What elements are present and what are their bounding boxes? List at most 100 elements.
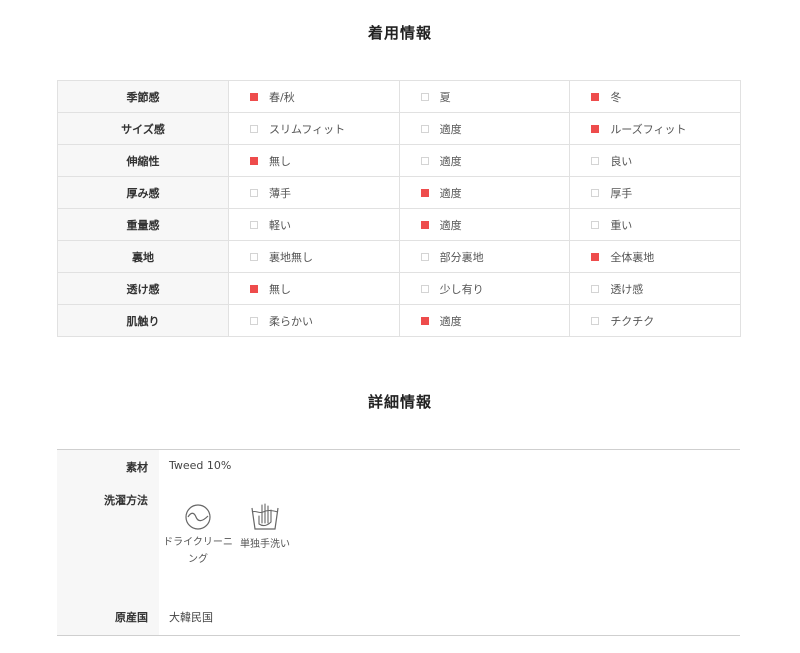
wearing-option: 冬 (569, 80, 741, 113)
wearing-option-label: 透け感 (610, 282, 644, 296)
wearing-option-label: 夏 (439, 90, 451, 104)
unselected-checkbox-icon (250, 124, 258, 133)
wearing-row: 伸縮性 無し 適度 良い (57, 144, 741, 177)
unselected-checkbox-icon (250, 252, 258, 261)
wearing-option: 夏 (398, 80, 571, 113)
selected-checkbox-icon (591, 124, 600, 133)
wearing-option: 適度 (398, 304, 571, 337)
material-value: Tweed 10% (169, 459, 232, 472)
wearing-row-label: サイズ感 (57, 112, 229, 145)
dry-clean-label: ドライクリーニ (163, 537, 233, 548)
wearing-option: 適度 (398, 144, 571, 177)
wearing-option-label: チクチク (610, 314, 655, 328)
unselected-checkbox-icon (420, 156, 429, 165)
unselected-checkbox-icon (591, 188, 600, 197)
wearing-option: 厚手 (569, 176, 741, 209)
unselected-checkbox-icon (250, 316, 258, 325)
wearing-option: スリムフィット (228, 112, 400, 145)
selected-checkbox-icon (250, 92, 258, 101)
wearing-option: 部分裏地 (398, 240, 571, 273)
wearing-option: 春/秋 (228, 80, 400, 113)
unselected-checkbox-icon (250, 220, 258, 229)
wearing-option: 薄手 (228, 176, 400, 209)
wearing-row-label: 季節感 (57, 80, 229, 113)
unselected-checkbox-icon (420, 92, 429, 101)
wearing-option-label: 部分裏地 (439, 250, 484, 264)
wearing-row-label: 厚み感 (57, 176, 229, 209)
dry-clean-label-cont: ング (188, 554, 208, 565)
wearing-row-label: 肌触り (57, 304, 229, 337)
wearing-option-label: 適度 (439, 122, 462, 136)
unselected-checkbox-icon (420, 252, 429, 261)
wearing-option-label: 厚手 (610, 186, 633, 200)
wearing-row: 透け感 無し 少し有り 透け感 (57, 272, 741, 305)
wearing-option-label: 薄手 (269, 186, 291, 200)
origin-label: 原産国 (115, 611, 148, 624)
wearing-row: 厚み感 薄手 適度 厚手 (57, 176, 741, 209)
wearing-row-label: 重量感 (57, 208, 229, 241)
wearing-option: 適度 (398, 208, 571, 241)
unselected-checkbox-icon (591, 220, 600, 229)
wearing-option-label: 柔らかい (269, 314, 313, 328)
wearing-option-label: 春/秋 (269, 90, 295, 104)
selected-checkbox-icon (250, 284, 258, 293)
dry-clean-icon (162, 504, 234, 530)
wearing-option-label: 少し有り (439, 282, 484, 296)
wearing-option: 裏地無し (228, 240, 400, 273)
selected-checkbox-icon (420, 316, 429, 325)
wearing-option: チクチク (569, 304, 741, 337)
care-item-hand-wash: 単独手洗い (229, 502, 301, 553)
wearing-option: 無し (228, 272, 400, 305)
wearing-option-label: 適度 (439, 154, 462, 168)
wearing-info-title: 着用情報 (367, 24, 432, 42)
wearing-row: 裏地 裏地無し 部分裏地 全体裏地 (57, 240, 741, 273)
wearing-option: 透け感 (569, 272, 741, 305)
wearing-option: 全体裏地 (569, 240, 741, 273)
wearing-option: 重い (569, 208, 741, 241)
selected-checkbox-icon (420, 220, 429, 229)
selected-checkbox-icon (591, 92, 600, 101)
wearing-option-label: 無し (269, 154, 291, 168)
wearing-option-label: 冬 (610, 90, 622, 104)
detail-label-column: 素材 洗濯方法 原産国 (57, 450, 159, 635)
wearing-option-label: 無し (269, 282, 291, 296)
wearing-option: 良い (569, 144, 741, 177)
wearing-option: 少し有り (398, 272, 571, 305)
wash-method-label: 洗濯方法 (104, 494, 148, 507)
wearing-row: サイズ感 スリムフィット 適度 ルーズフィット (57, 112, 741, 145)
selected-checkbox-icon (591, 252, 600, 261)
hand-wash-label: 単独手洗い (240, 539, 290, 550)
unselected-checkbox-icon (591, 284, 600, 293)
wearing-row: 重量感 軽い 適度 重い (57, 208, 741, 241)
wearing-option-label: 全体裏地 (610, 250, 655, 264)
unselected-checkbox-icon (250, 188, 258, 197)
wearing-option-label: 重い (610, 218, 633, 232)
wearing-row-label: 裏地 (57, 240, 229, 273)
unselected-checkbox-icon (591, 316, 600, 325)
wearing-row: 季節感 春/秋 夏 冬 (57, 80, 741, 113)
wearing-option-label: 適度 (439, 186, 462, 200)
wearing-option-label: 軽い (269, 218, 291, 232)
wearing-option-label: 適度 (439, 314, 462, 328)
wearing-option: ルーズフィット (569, 112, 741, 145)
wearing-row: 肌触り 柔らかい 適度 チクチク (57, 304, 741, 337)
wearing-option: 軽い (228, 208, 400, 241)
detail-info-title: 詳細情報 (367, 393, 432, 411)
wearing-option: 適度 (398, 176, 571, 209)
hand-wash-icon (229, 502, 301, 532)
wearing-option-label: ルーズフィット (610, 122, 687, 136)
wearing-row-label: 透け感 (57, 272, 229, 305)
detail-info-panel: 素材 洗濯方法 原産国 Tweed 10% ドライクリーニ ング 単独手洗い 大… (57, 449, 740, 636)
wearing-option: 柔らかい (228, 304, 400, 337)
origin-value: 大韓民国 (169, 611, 213, 624)
wearing-row-label: 伸縮性 (57, 144, 229, 177)
wearing-option: 適度 (398, 112, 571, 145)
wearing-option-label: スリムフィット (269, 122, 346, 136)
wearing-option: 無し (228, 144, 400, 177)
wearing-info-table: 季節感 春/秋夏冬サイズ感 スリムフィット 適度 ルーズフィット 伸縮性 無し 適度 良い 厚み感… (57, 80, 741, 337)
unselected-checkbox-icon (591, 156, 600, 165)
unselected-checkbox-icon (420, 284, 429, 293)
wearing-option-label: 適度 (439, 218, 462, 232)
care-item-dry-clean: ドライクリーニ ング (162, 504, 234, 568)
selected-checkbox-icon (250, 156, 258, 165)
